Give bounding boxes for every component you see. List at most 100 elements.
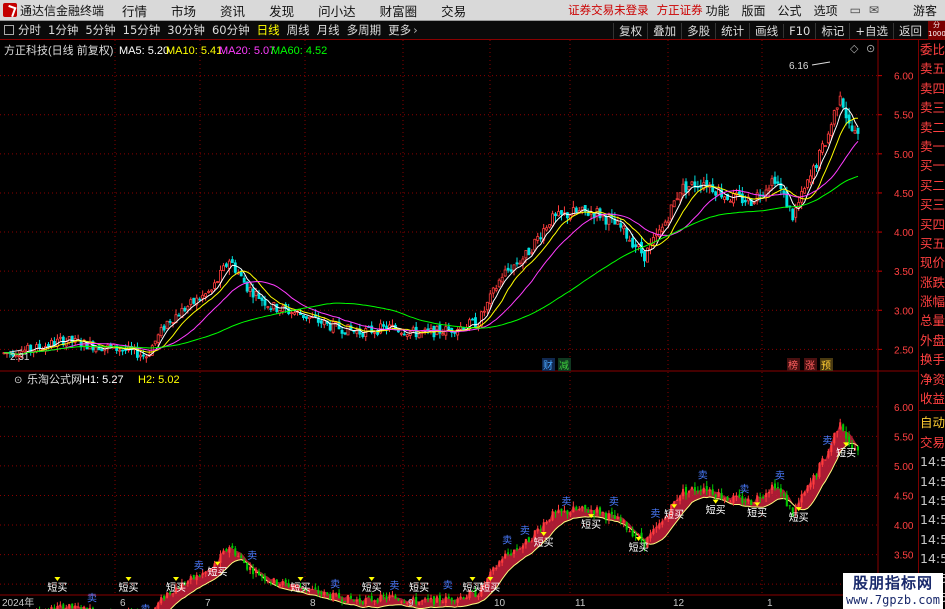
sub-candle-body[interactable] xyxy=(278,584,281,587)
sub-candle-body[interactable] xyxy=(186,581,189,584)
sub-candle-body[interactable] xyxy=(818,463,821,478)
sub-candle-body[interactable] xyxy=(596,507,599,513)
sub-candle-body[interactable] xyxy=(625,522,628,530)
sub-candle-body[interactable] xyxy=(462,597,465,599)
candle-body[interactable] xyxy=(426,328,430,331)
sub-candle-body[interactable] xyxy=(658,523,661,529)
sub-candle-body[interactable] xyxy=(59,604,62,606)
sub-candle-body[interactable] xyxy=(717,492,720,497)
candle-body[interactable] xyxy=(343,332,347,335)
candle-body[interactable] xyxy=(302,314,305,318)
sub-candle-body[interactable] xyxy=(358,598,361,603)
candle-body[interactable] xyxy=(417,333,421,339)
sub-candle-body[interactable] xyxy=(335,593,338,595)
candle-body[interactable] xyxy=(462,327,466,331)
sub-candle-body[interactable] xyxy=(693,487,696,492)
candle-body[interactable] xyxy=(192,297,196,304)
candle-body[interactable] xyxy=(373,331,377,334)
sub-candle-body[interactable] xyxy=(782,493,785,496)
multi-stock-button[interactable]: 多股 xyxy=(681,22,715,39)
sidebar-top-item[interactable]: 外盘 xyxy=(919,331,945,350)
candle-body[interactable] xyxy=(275,303,279,313)
candle-body[interactable] xyxy=(838,95,842,106)
sub-candle-body[interactable] xyxy=(320,592,323,594)
sub-candle-body[interactable] xyxy=(560,508,563,512)
sub-candle-body[interactable] xyxy=(192,575,195,579)
sub-candle-body[interactable] xyxy=(679,495,682,501)
sub-candle-body[interactable] xyxy=(702,487,705,493)
sub-candle-body[interactable] xyxy=(762,497,765,499)
sub-candle-body[interactable] xyxy=(590,510,593,512)
sub-candle-body[interactable] xyxy=(714,494,717,498)
sub-candle-body[interactable] xyxy=(228,546,231,553)
candle-body[interactable] xyxy=(118,349,122,352)
sub-candle-body[interactable] xyxy=(204,571,207,574)
sidebar-bottom-item[interactable]: 交易 xyxy=(919,433,945,452)
candle-body[interactable] xyxy=(319,320,323,324)
menu-item-layout[interactable]: 版面 xyxy=(742,2,766,19)
sub-candle-body[interactable] xyxy=(661,521,664,525)
sub-candle-body[interactable] xyxy=(459,596,462,599)
candle-body[interactable] xyxy=(687,186,691,190)
sub-candle-body[interactable] xyxy=(705,486,708,491)
candle-body[interactable] xyxy=(497,279,501,288)
candle-body[interactable] xyxy=(248,286,252,292)
sub-candle-body[interactable] xyxy=(510,553,513,555)
sub-candle-body[interactable] xyxy=(74,605,77,609)
sub-candle-body[interactable] xyxy=(604,512,607,520)
sub-candle-body[interactable] xyxy=(373,600,376,602)
sub-candle-body[interactable] xyxy=(551,511,554,521)
candle-body[interactable] xyxy=(447,326,451,330)
menu-item-trade[interactable]: 交易 xyxy=(441,1,466,20)
sub-candle-body[interactable] xyxy=(776,487,779,489)
candle-body[interactable] xyxy=(770,178,774,187)
mail-icon[interactable]: ✉ xyxy=(869,3,879,17)
sub-candle-body[interactable] xyxy=(732,495,735,503)
candle-body[interactable] xyxy=(290,312,294,314)
sub-candle-body[interactable] xyxy=(548,519,551,522)
sub-candle-body[interactable] xyxy=(367,596,370,598)
sub-candle-body[interactable] xyxy=(332,592,335,601)
sub-candle-body[interactable] xyxy=(400,601,403,603)
sidebar-top-item[interactable]: 现价 xyxy=(919,253,945,272)
sub-candle-body[interactable] xyxy=(856,446,860,451)
sub-candle-body[interactable] xyxy=(729,501,732,503)
sub-candle-body[interactable] xyxy=(524,539,527,545)
sub-candle-body[interactable] xyxy=(501,559,504,563)
sub-candle-body[interactable] xyxy=(779,488,782,493)
sub-candle-body[interactable] xyxy=(447,596,450,599)
candle-body[interactable] xyxy=(201,294,205,299)
sub-candle-body[interactable] xyxy=(71,603,74,609)
candle-body[interactable] xyxy=(399,332,403,335)
sub-candle-body[interactable] xyxy=(432,596,436,605)
candle-body[interactable] xyxy=(171,322,175,324)
period-daily[interactable]: 日线 xyxy=(257,22,280,38)
sub-candle-body[interactable] xyxy=(260,574,264,577)
period-multi[interactable]: 多周期 xyxy=(347,22,382,38)
candle-body[interactable] xyxy=(382,324,385,327)
sub-candle-body[interactable] xyxy=(341,599,344,602)
sub-candle-body[interactable] xyxy=(382,594,385,597)
candle-body[interactable] xyxy=(580,206,584,211)
sub-candle-body[interactable] xyxy=(711,489,714,495)
sub-candle-body[interactable] xyxy=(326,592,329,595)
sub-candle-body[interactable] xyxy=(545,521,548,524)
candle-body[interactable] xyxy=(263,299,267,306)
candle-body[interactable] xyxy=(723,196,727,200)
sub-candle-body[interactable] xyxy=(249,566,252,570)
sub-candle-body[interactable] xyxy=(598,507,602,515)
sub-candle-body[interactable] xyxy=(338,592,341,599)
candle-body[interactable] xyxy=(782,190,786,194)
menu-item-function[interactable]: 功能 xyxy=(706,2,730,19)
sub-candle-body[interactable] xyxy=(219,553,222,563)
sidebar-bottom-item[interactable]: 14:56 xyxy=(919,530,945,549)
candle-body[interactable] xyxy=(260,297,264,301)
sidebar-top-item[interactable]: 买二 xyxy=(919,176,945,195)
candle-body[interactable] xyxy=(515,262,519,265)
sub-candle-body[interactable] xyxy=(747,498,750,502)
sub-candle-body[interactable] xyxy=(68,603,71,609)
sub-candle-body[interactable] xyxy=(652,529,655,535)
sidebar-bottom-item[interactable]: 自动 xyxy=(919,413,945,432)
sub-candle-body[interactable] xyxy=(750,500,753,506)
period-intraday[interactable]: 分时 xyxy=(18,22,41,38)
